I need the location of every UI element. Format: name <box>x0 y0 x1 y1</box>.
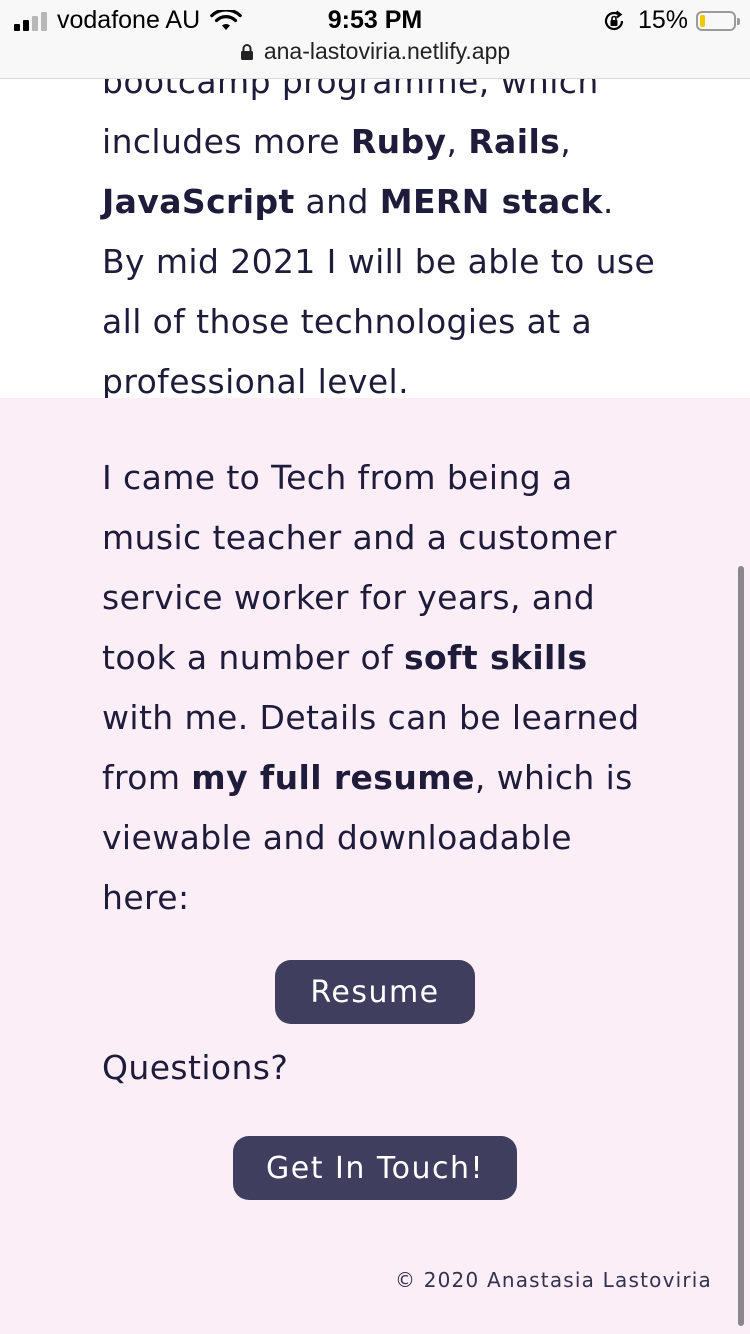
battery-fill <box>700 14 705 27</box>
text-run-bold: my full resume <box>191 758 475 797</box>
padlock-icon <box>240 43 253 60</box>
text-run: , <box>446 122 469 161</box>
url-domain: ana-lastoviria.netlify.app <box>263 38 511 64</box>
tech-stack-paragraph: bootcamp programme, which includes more … <box>102 52 662 412</box>
battery-percent: 15% <box>637 6 688 34</box>
copyright-footer: © 2020 Anastasia Lastoviria <box>394 1268 712 1292</box>
background-paragraph: I came to Tech from being a music teache… <box>102 448 662 928</box>
text-run-bold: Ruby <box>350 122 447 161</box>
rotation-lock-icon <box>604 10 624 30</box>
battery-icon <box>696 10 740 31</box>
text-run: and <box>294 182 380 221</box>
resume-button[interactable]: Resume <box>275 960 475 1024</box>
get-in-touch-button[interactable]: Get In Touch! <box>233 1136 517 1200</box>
page-scrollbar[interactable] <box>738 566 744 1326</box>
text-run-bold: MERN stack <box>379 182 603 221</box>
text-run-bold: JavaScript <box>102 182 295 221</box>
text-run: , <box>560 122 572 161</box>
browser-status-bar: vodafone AU 9:53 PM 15% ana-lastoviria.n… <box>0 0 750 79</box>
questions-heading: Questions? <box>102 1048 289 1087</box>
screen: bootcamp programme, which includes more … <box>0 0 750 1334</box>
url-bar[interactable]: ana-lastoviria.netlify.app <box>0 38 750 65</box>
text-run-bold: soft skills <box>404 638 588 677</box>
text-run-bold: Rails <box>468 122 561 161</box>
status-icons: 15% <box>602 6 740 35</box>
